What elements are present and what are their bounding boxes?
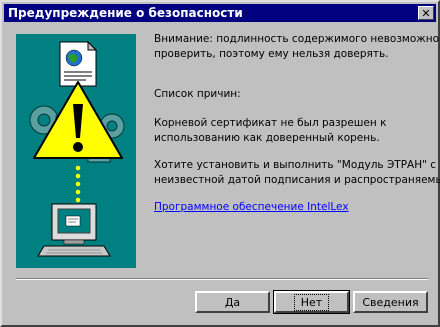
close-button[interactable]: ✕ bbox=[418, 6, 434, 20]
reasons-heading: Список причин: bbox=[154, 88, 241, 100]
question-line-2: неизвестной датой подписания и распростр… bbox=[154, 174, 440, 186]
details-button-label: Сведения bbox=[362, 295, 419, 309]
security-warning-icon bbox=[29, 40, 125, 257]
reason-message: Корневой сертификат не был разрешен к ис… bbox=[154, 116, 386, 146]
security-warning-dialog: Предупреждение о безопасности ✕ Внимание… bbox=[0, 0, 440, 327]
separator bbox=[16, 278, 428, 280]
details-button[interactable]: Сведения bbox=[353, 291, 428, 313]
window-title: Предупреждение о безопасности bbox=[8, 6, 243, 20]
install-question: Хотите установить и выполнить "Модуль ЭТ… bbox=[154, 158, 440, 188]
yes-button-label: Да bbox=[224, 295, 241, 309]
title-bar[interactable]: Предупреждение о безопасности ✕ bbox=[4, 4, 436, 22]
warning-message: Внимание: подлинность содержимого невозм… bbox=[154, 32, 439, 62]
connection-dots bbox=[75, 165, 81, 203]
no-button[interactable]: Нет bbox=[273, 290, 350, 314]
warning-line-2: проверить, поэтому ему нельзя доверять. bbox=[154, 48, 389, 60]
yes-button[interactable]: Да bbox=[195, 291, 270, 313]
question-line-1: Хотите установить и выполнить "Модуль ЭТ… bbox=[154, 159, 437, 171]
warning-illustration bbox=[16, 34, 136, 268]
no-button-label: Нет bbox=[293, 293, 330, 311]
document-icon bbox=[59, 40, 98, 87]
computer-icon bbox=[37, 203, 111, 257]
reason-line-2: использованию как доверенный корень. bbox=[154, 132, 380, 144]
warning-line-1: Внимание: подлинность содержимого невозм… bbox=[154, 33, 440, 45]
reason-line-1: Корневой сертификат не был разрешен к bbox=[154, 117, 387, 129]
publisher-link[interactable]: Программное обеспечение IntelLex bbox=[154, 200, 349, 215]
